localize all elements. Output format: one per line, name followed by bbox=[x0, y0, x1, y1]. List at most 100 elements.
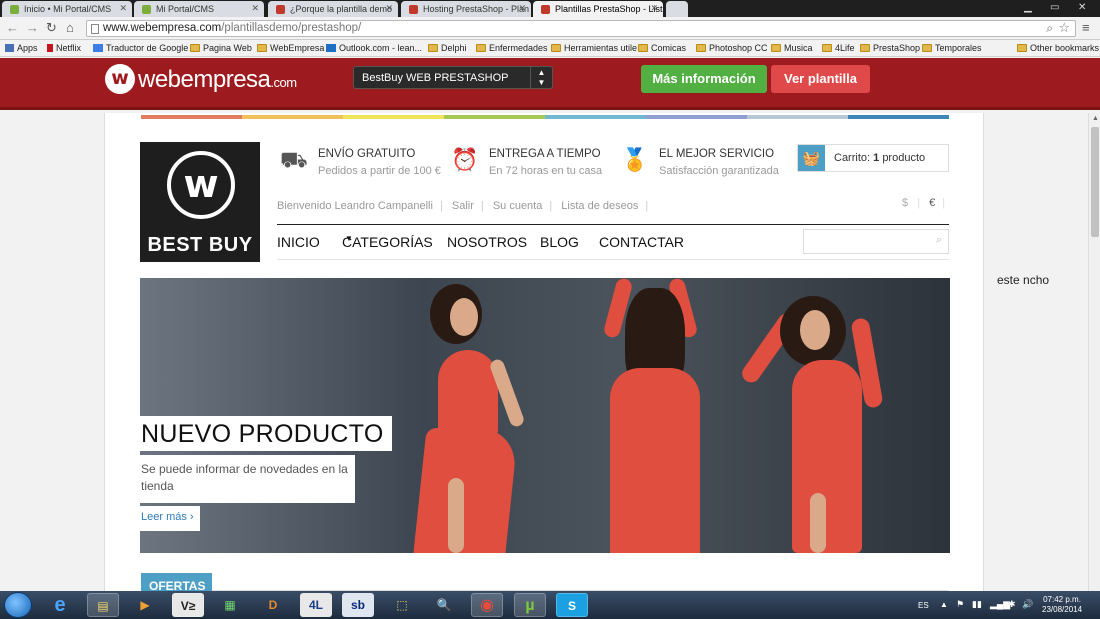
currency-euro[interactable]: € bbox=[929, 197, 935, 209]
clock[interactable]: 07:42 p.m. 23/08/2014 bbox=[1042, 595, 1082, 615]
folder-icon bbox=[1017, 44, 1027, 52]
tray-expand-icon[interactable]: ▲ bbox=[940, 600, 948, 609]
search-input[interactable]: ⌕ bbox=[803, 229, 949, 254]
bookmark-netflix[interactable]: Netflix bbox=[47, 43, 81, 53]
bookmark-folder[interactable]: PrestaShop bbox=[860, 43, 920, 53]
minimize-icon[interactable]: ▁ bbox=[1024, 2, 1032, 13]
browser-toolbar: ← → ↻ ⌂ www.webempresa.com/plantillasdem… bbox=[0, 17, 1100, 40]
folder-icon bbox=[257, 44, 267, 52]
start-button[interactable] bbox=[4, 592, 32, 618]
nav-nosotros[interactable]: NOSOTROS bbox=[447, 234, 527, 250]
more-info-button[interactable]: Más información bbox=[641, 65, 767, 93]
bookmarks-bar: Apps Netflix Traductor de Google Pagina … bbox=[0, 40, 1100, 57]
bookmark-folder[interactable]: Herramientas utile bbox=[551, 43, 637, 53]
browser-tab-strip: Inicio • Mi Portal/CMS ✕ Mi Portal/CMS ✕… bbox=[0, 0, 1100, 17]
bookmark-folder[interactable]: Photoshop CC bbox=[696, 43, 768, 53]
home-icon[interactable]: ⌂ bbox=[66, 21, 74, 35]
model-figure bbox=[580, 278, 730, 553]
webempresa-logo-icon[interactable]: w bbox=[105, 64, 135, 94]
feature-title: EL MEJOR SERVICIO bbox=[659, 148, 775, 160]
internet-explorer-icon[interactable]: e bbox=[44, 593, 76, 617]
media-player-icon[interactable]: ▶ bbox=[129, 593, 161, 617]
close-icon[interactable]: ✕ bbox=[119, 3, 127, 14]
bookmark-other[interactable]: Other bookmarks bbox=[1017, 43, 1099, 53]
bookmark-folder[interactable]: Comicas bbox=[638, 43, 686, 53]
template-select[interactable]: BestBuy WEB PRESTASHOP ▲ ▼ bbox=[353, 66, 553, 89]
sync-icon[interactable]: ✱ bbox=[1008, 599, 1016, 610]
welcome-text: Bienvenido Leandro Campanelli bbox=[277, 200, 433, 212]
reload-icon[interactable]: ↻ bbox=[46, 21, 57, 35]
calculator-icon[interactable]: ▦ bbox=[214, 593, 246, 617]
window-close-icon[interactable]: ✕ bbox=[1078, 2, 1086, 13]
scrollbar-thumb[interactable] bbox=[1091, 127, 1099, 237]
nav-blog[interactable]: BLOG bbox=[540, 234, 579, 250]
utorrent-icon[interactable]: µ bbox=[514, 593, 546, 617]
close-icon[interactable]: ✕ bbox=[518, 3, 526, 14]
browser-tab-active[interactable]: Plantillas PrestaShop - List ✕ bbox=[533, 1, 663, 17]
account-link[interactable]: Su cuenta bbox=[493, 200, 543, 212]
bookmark-star-icon[interactable]: ☆ bbox=[1058, 20, 1070, 36]
browser-tab[interactable]: Hosting PrestaShop - Plan ✕ bbox=[401, 1, 531, 17]
bookmark-folder[interactable]: WebEmpresa bbox=[257, 43, 324, 53]
bestbuy-logo[interactable]: w BEST BUY bbox=[140, 142, 260, 262]
nav-contactar[interactable]: CONTACTAR bbox=[599, 234, 684, 250]
template-select-value: BestBuy WEB PRESTASHOP bbox=[362, 72, 509, 84]
view-template-button[interactable]: Ver plantilla bbox=[771, 65, 870, 93]
nav-inicio[interactable]: INICIO bbox=[277, 234, 320, 250]
bookmark-apps[interactable]: Apps bbox=[5, 43, 38, 53]
language-indicator[interactable]: ES bbox=[918, 601, 929, 610]
network-icon[interactable]: ▮▮ bbox=[972, 599, 982, 610]
address-bar[interactable]: www.webempresa.com/plantillasdemo/presta… bbox=[86, 20, 1076, 37]
visual-studio-icon[interactable]: V≥ bbox=[172, 593, 204, 617]
bookmark-folder[interactable]: Pagina Web bbox=[190, 43, 252, 53]
close-icon[interactable]: ✕ bbox=[650, 3, 658, 14]
webempresa-logo[interactable]: webempresa.com bbox=[138, 66, 297, 94]
tab-ofertas[interactable]: OFERTAS bbox=[141, 573, 212, 591]
bookmark-outlook[interactable]: Outlook.com - lean... bbox=[326, 43, 422, 53]
scroll-up-icon[interactable]: ▲ bbox=[1092, 115, 1099, 122]
menu-icon[interactable]: ≡ bbox=[1082, 21, 1090, 35]
model-figure bbox=[390, 278, 560, 553]
tab-label: ¿Porque la plantilla demo bbox=[290, 4, 393, 14]
flag-icon[interactable]: ⚑ bbox=[956, 599, 964, 610]
sb-icon[interactable]: sb bbox=[342, 593, 374, 617]
alarm-clock-icon: ⏰ bbox=[451, 148, 479, 173]
feature-subtitle: Satisfacción garantizada bbox=[659, 165, 779, 177]
magnifier-icon[interactable]: 🔍 bbox=[428, 593, 460, 617]
browser-tab[interactable]: Inicio • Mi Portal/CMS ✕ bbox=[2, 1, 132, 17]
read-more-link[interactable]: Leer más › bbox=[140, 506, 200, 531]
cart-box[interactable]: 🧺 Carrito: 1 producto bbox=[797, 144, 949, 172]
close-icon[interactable]: ✕ bbox=[385, 3, 393, 14]
back-arrow-icon[interactable]: ← bbox=[6, 21, 19, 35]
volume-icon[interactable]: 🔊 bbox=[1022, 599, 1033, 610]
bookmark-folder[interactable]: Temporales bbox=[922, 43, 982, 53]
folder-icon[interactable]: ⬚ bbox=[386, 593, 418, 617]
close-icon[interactable]: ✕ bbox=[251, 3, 259, 14]
delphi-icon[interactable]: D bbox=[257, 593, 289, 617]
bookmark-folder[interactable]: Delphi bbox=[428, 43, 467, 53]
browser-tab[interactable]: ¿Porque la plantilla demo ✕ bbox=[268, 1, 398, 17]
browser-tab[interactable]: Mi Portal/CMS ✕ bbox=[134, 1, 264, 17]
chrome-icon[interactable]: ◉ bbox=[471, 593, 503, 617]
file-explorer-icon[interactable]: ▤ bbox=[87, 593, 119, 617]
bookmark-folder[interactable]: 4Life bbox=[822, 43, 855, 53]
forward-arrow-icon[interactable]: → bbox=[26, 21, 39, 35]
bookmark-folder[interactable]: Enfermedades bbox=[476, 43, 548, 53]
hero-slider[interactable]: NUEVO PRODUCTO Se puede informar de nove… bbox=[140, 278, 950, 553]
zoom-search-icon[interactable]: ⌕ bbox=[1046, 21, 1053, 36]
hero-description: Se puede informar de novedades en la tie… bbox=[140, 455, 355, 503]
page-scrollbar[interactable]: ▲ bbox=[1088, 113, 1100, 591]
skype-icon[interactable]: S bbox=[556, 593, 588, 617]
logout-link[interactable]: Salir bbox=[452, 200, 474, 212]
4life-icon[interactable]: 4L bbox=[300, 593, 332, 617]
bookmark-folder[interactable]: Musica bbox=[771, 43, 813, 53]
wishlist-link[interactable]: Lista de deseos bbox=[561, 200, 638, 212]
caret-down-icon: ▼ bbox=[345, 234, 353, 243]
search-icon[interactable]: ⌕ bbox=[936, 234, 942, 247]
bookmark-translate[interactable]: Traductor de Google bbox=[93, 43, 188, 53]
folder-icon bbox=[551, 44, 561, 52]
currency-dollar[interactable]: $ bbox=[902, 197, 908, 209]
new-tab-button[interactable] bbox=[666, 1, 688, 17]
url-host: www.webempresa.com bbox=[103, 22, 222, 34]
maximize-icon[interactable]: ▭ bbox=[1050, 2, 1059, 13]
